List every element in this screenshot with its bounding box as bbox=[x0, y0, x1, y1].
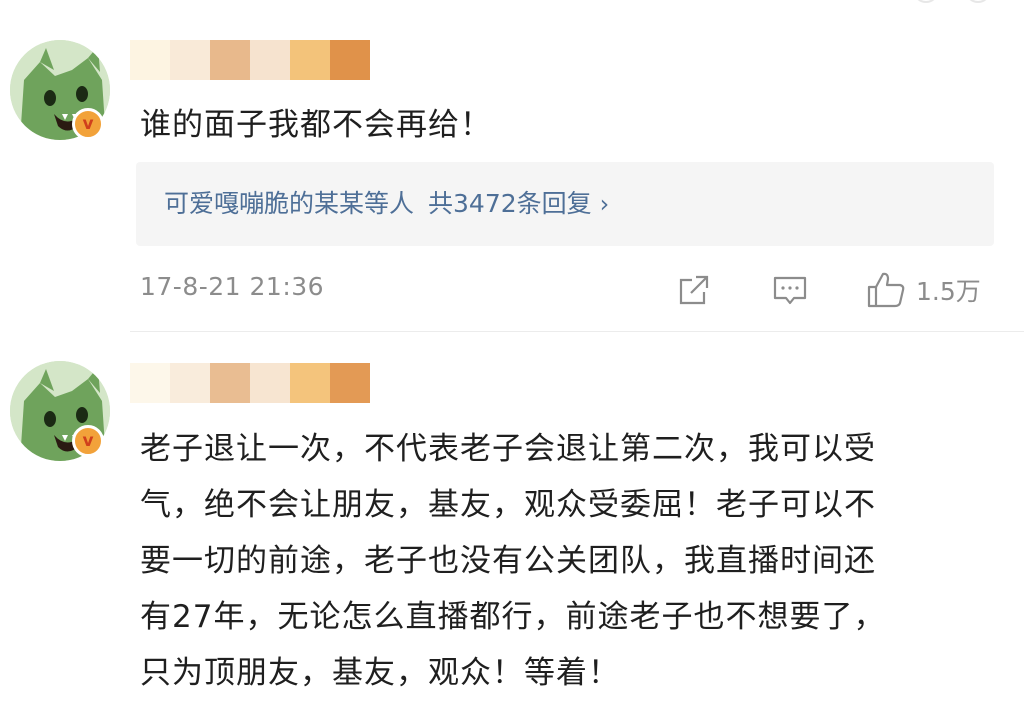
comment-line: 要一切的前途，老子也没有公关团队，我直播时间还 bbox=[140, 543, 876, 579]
reply-summary[interactable]: 可爱嘎嘣脆的某某等人 共3472条回复 › bbox=[164, 184, 609, 224]
blur-segment bbox=[250, 363, 290, 403]
thumbs-up-icon bbox=[867, 272, 905, 308]
comment-divider bbox=[130, 331, 1024, 332]
blur-segment bbox=[170, 363, 210, 403]
share-icon bbox=[679, 275, 709, 305]
comment-item: v 谁的面子我都不会再给！ 可爱嘎嘣脆的某某等人 共3472条回复 › 17-8-2… bbox=[0, 0, 1024, 332]
blur-segment bbox=[130, 363, 170, 403]
comment-meta: 17-8-21 21:36 1.5万 bbox=[0, 266, 1024, 316]
blur-segment bbox=[210, 363, 250, 403]
share-button[interactable] bbox=[674, 266, 714, 314]
comment-text: 老子退让一次，不代表老子会退让第二次，我可以受 气，绝不会让朋友，基友，观众受委… bbox=[140, 421, 976, 701]
blur-segment bbox=[330, 40, 370, 80]
verified-badge-icon: v bbox=[72, 108, 104, 140]
comment-icon bbox=[773, 276, 807, 305]
comment-button[interactable] bbox=[770, 266, 810, 314]
blur-segment bbox=[130, 40, 170, 80]
username-blurred[interactable] bbox=[130, 363, 370, 403]
blur-segment bbox=[170, 40, 210, 80]
comment-line: 有27年，无论怎么直播都行，前途老子也不想要了， bbox=[140, 599, 886, 635]
verified-badge-icon: v bbox=[72, 425, 104, 457]
comment-line: 老子退让一次，不代表老子会退让第二次，我可以受 bbox=[140, 431, 876, 467]
comment-line: 只为顶朋友，基友，观众！等着！ bbox=[140, 655, 620, 691]
reply-summary-box[interactable]: 可爱嘎嘣脆的某某等人 共3472条回复 › bbox=[136, 162, 994, 246]
comment-item: v 老子退让一次，不代表老子会退让第二次，我可以受 气，绝不会让朋友，基友，观众… bbox=[0, 333, 1024, 718]
blur-segment bbox=[210, 40, 250, 80]
username-blurred[interactable] bbox=[130, 40, 370, 80]
like-count: 1.5万 bbox=[916, 277, 981, 306]
comment-text: 谁的面子我都不会再给！ bbox=[140, 107, 492, 143]
comment-line: 气，绝不会让朋友，基友，观众受委屈！老子可以不 bbox=[140, 487, 876, 523]
blur-segment bbox=[330, 363, 370, 403]
blur-segment bbox=[290, 40, 330, 80]
reply-count: 共3472条回复 bbox=[428, 189, 592, 218]
like-button[interactable]: 1.5万 bbox=[864, 266, 981, 314]
chevron-right-icon: › bbox=[599, 190, 610, 218]
blur-segment bbox=[250, 40, 290, 80]
timestamp: 17-8-21 21:36 bbox=[140, 272, 325, 301]
blur-segment bbox=[290, 363, 330, 403]
reply-users: 可爱嘎嘣脆的某某等人 bbox=[164, 189, 415, 218]
